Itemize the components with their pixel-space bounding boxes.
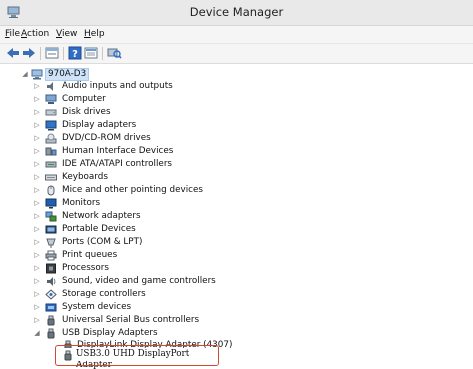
display-adapter-icon [45, 120, 57, 131]
window-title: Device Manager [189, 5, 284, 19]
tree-node-mice[interactable]: ▷ Mice and other pointing devices [0, 184, 300, 197]
expand-arrow-icon[interactable]: ▷ [33, 236, 41, 249]
port-icon [46, 238, 56, 248]
expand-arrow-icon[interactable]: ▷ [33, 171, 41, 184]
expand-arrow-icon[interactable]: ▷ [33, 314, 41, 327]
expand-arrow-icon[interactable]: ▷ [33, 80, 41, 93]
expand-arrow-icon[interactable]: ▷ [33, 158, 41, 171]
back-arrow-icon[interactable] [5, 46, 21, 60]
expand-arrow-icon[interactable]: ▷ [33, 106, 41, 119]
tree-node-hid[interactable]: ▷ Human Interface Devices [0, 145, 300, 158]
dvd-drive-icon [45, 133, 57, 144]
view-icon[interactable] [83, 46, 99, 60]
tree-node-disk-drives[interactable]: ▷ Disk drives [0, 106, 300, 119]
tree-node-network-adapters[interactable]: ▷ Network adapters [0, 210, 300, 223]
tree-node-usb-controllers[interactable]: ▷ Universal Serial Bus controllers [0, 314, 300, 327]
computer-icon [45, 94, 57, 104]
expand-arrow-icon[interactable]: ▷ [33, 184, 41, 197]
toolbar-separator [40, 47, 41, 60]
toolbar: ? [0, 44, 473, 64]
expand-arrow-icon[interactable]: ▷ [33, 93, 41, 106]
expand-arrow-icon[interactable]: ▷ [33, 197, 41, 210]
expand-arrow-icon[interactable]: ▷ [33, 262, 41, 275]
sound-icon [47, 277, 56, 286]
network-adapter-icon [45, 211, 57, 222]
menu-bar: File Action View Help [0, 26, 473, 44]
tree-node-dvd-drives[interactable]: ▷ DVD/CD-ROM drives [0, 132, 300, 145]
highlight-box [55, 345, 219, 366]
hid-icon [45, 147, 57, 156]
monitor-icon [45, 198, 57, 209]
printer-icon [45, 250, 57, 261]
menu-help[interactable]: Help [84, 29, 105, 39]
tree-node-ports[interactable]: ▷ Ports (COM & LPT) [0, 236, 300, 249]
tree-node-portable-devices[interactable]: ▷ Portable Devices [0, 223, 300, 236]
svg-text:?: ? [72, 49, 78, 60]
menu-action[interactable]: Action [21, 29, 49, 39]
forward-arrow-icon[interactable] [21, 46, 37, 60]
expand-arrow-icon[interactable]: ▷ [33, 223, 41, 236]
expand-arrow-icon[interactable]: ▷ [33, 145, 41, 158]
portable-device-icon [45, 225, 57, 234]
expand-arrow-icon[interactable]: ▷ [33, 249, 41, 262]
tree-node-processors[interactable]: ▷ Processors [0, 262, 300, 275]
speaker-icon [47, 82, 53, 91]
tree-node-storage-controllers[interactable]: ▷ Storage controllers [0, 288, 300, 301]
properties-icon[interactable] [44, 46, 60, 60]
keyboard-icon [45, 174, 57, 181]
tree-node-monitors[interactable]: ▷ Monitors [0, 197, 300, 210]
system-device-icon [45, 303, 57, 312]
tree-node-print-queues[interactable]: ▷ Print queues [0, 249, 300, 262]
help-icon[interactable]: ? [67, 46, 83, 60]
expand-arrow-icon[interactable]: ▷ [33, 119, 41, 132]
menu-view[interactable]: View [56, 29, 77, 39]
tree-node-keyboards[interactable]: ▷ Keyboards [0, 171, 300, 184]
toolbar-separator [63, 47, 64, 60]
scan-hardware-icon[interactable] [106, 46, 122, 60]
menu-file[interactable]: File [5, 29, 20, 39]
usb-icon [47, 328, 55, 339]
title-bar: Device Manager [0, 0, 473, 26]
processor-icon [46, 263, 56, 274]
expand-arrow-icon[interactable]: ▷ [33, 275, 41, 288]
mouse-icon [47, 185, 55, 196]
tree-node-ide-controllers[interactable]: ▷ IDE ATA/ATAPI controllers [0, 158, 300, 171]
expand-arrow-icon[interactable]: ▷ [33, 288, 41, 301]
toolbar-separator [102, 47, 103, 60]
expand-arrow-icon[interactable]: ▷ [33, 132, 41, 145]
storage-controller-icon [45, 289, 57, 300]
tree-node-audio[interactable]: ▷ Audio inputs and outputs [0, 80, 300, 93]
computer-icon [31, 69, 43, 80]
usb-icon [47, 315, 55, 326]
disk-drive-icon [45, 109, 57, 116]
tree-node-computer[interactable]: ▷ Computer [0, 93, 300, 106]
device-tree: ◢ 970A-D3 ▷ Audio inputs and outputs ▷ C… [0, 64, 473, 369]
ide-controller-icon [45, 161, 57, 168]
tree-node-display-adapters[interactable]: ▷ Display adapters [0, 119, 300, 132]
expand-arrow-icon[interactable]: ▷ [33, 301, 41, 314]
expand-arrow-icon[interactable]: ▷ [33, 210, 41, 223]
tree-node-system-devices[interactable]: ▷ System devices [0, 301, 300, 314]
tree-node-sound-controllers[interactable]: ▷ Sound, video and game controllers [0, 275, 300, 288]
